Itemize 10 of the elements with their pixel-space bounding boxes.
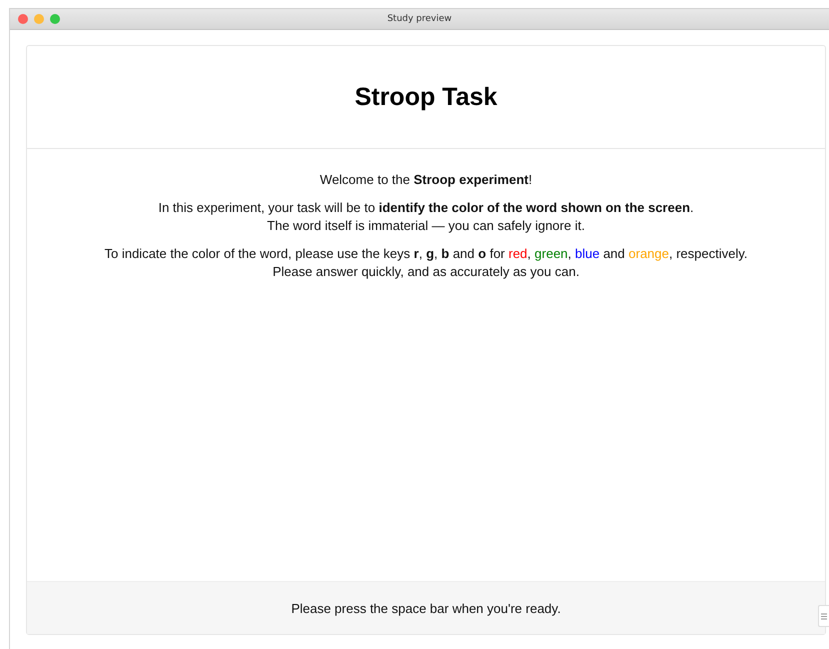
footer-text: Please press the space bar when you're ready. [291,600,561,616]
window-title: Study preview [387,14,452,24]
minimize-button[interactable] [34,14,44,24]
maximize-button[interactable] [50,14,60,24]
menu-icon[interactable] [818,605,829,627]
page-heading: Stroop Task [354,82,498,112]
close-button[interactable] [18,14,28,24]
instruction-text: In this experiment, your task will be to identify the color of the word shown on the screen. The word itself is immaterial — you can safely ignore it. [158,199,694,235]
instruction-text: To indicate the color of the word, please use the keys r, g, b and o for red, green, blue and orange, respectively. Please answer quickly, and as accurately as you can. [104,245,748,281]
instruction-text: Welcome to the Stroop experiment! [320,171,532,189]
